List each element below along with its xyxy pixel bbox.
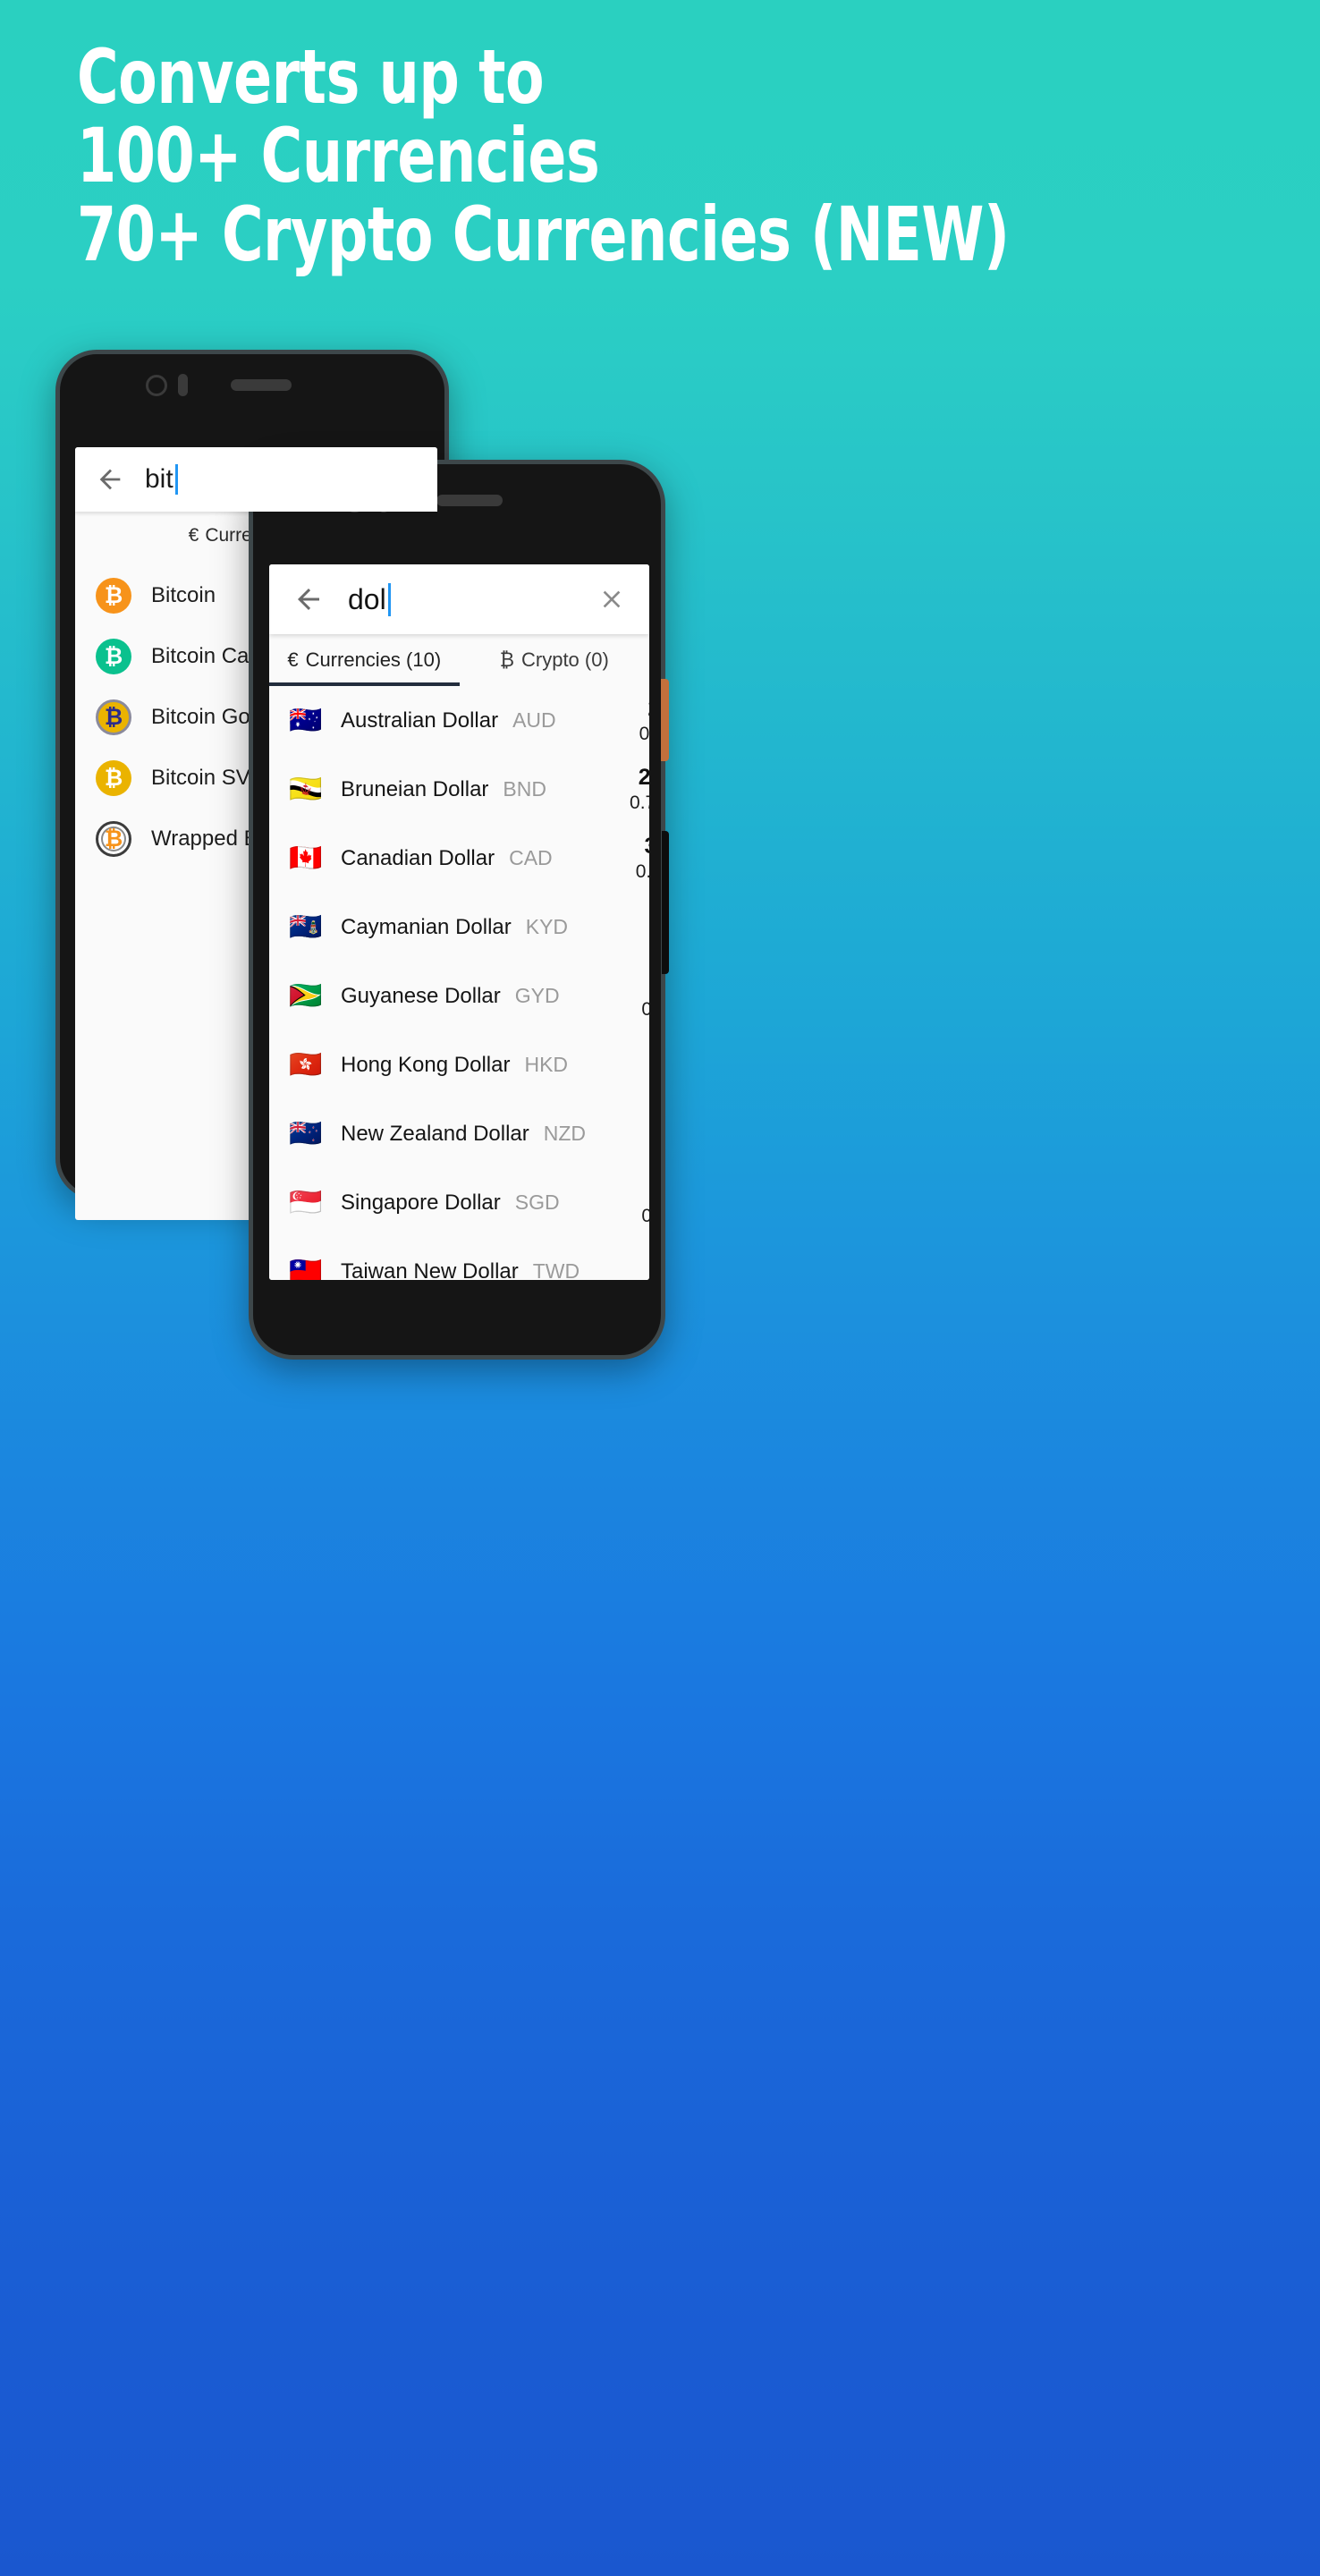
earpiece-speaker: [231, 379, 292, 391]
currency-usd-value: 0.7855 USD: [635, 861, 649, 882]
search-query-text-back: bit: [145, 464, 173, 494]
arrow-left-icon[interactable]: [292, 583, 325, 615]
currency-name: Canadian Dollar: [341, 845, 495, 870]
flag-icon: 🇭🇰: [289, 1052, 323, 1078]
close-icon[interactable]: [597, 585, 626, 614]
currency-name: New Zealand Dollar: [341, 1121, 529, 1146]
rate-line: 3.1844: [644, 834, 649, 860]
currency-rate: 2.9430: [647, 696, 649, 722]
currency-values: 2.9951 0.7388 USD: [622, 765, 649, 814]
currency-rate: 2.9951: [638, 765, 649, 790]
currency-usd-value: 0.7406 USD: [641, 1206, 649, 1226]
flag-icon: 🇳🇿: [289, 1121, 323, 1147]
currency-values: 0.0194 0.0048 USD: [635, 971, 649, 1021]
headline-line-2: 100+ Currencies: [77, 112, 600, 199]
flag-icon: 🇦🇺: [289, 708, 323, 733]
currency-name: Hong Kong Dollar: [341, 1052, 511, 1077]
text-caret: [387, 582, 391, 616]
tab-label-crypto: Crypto (0): [521, 648, 609, 671]
active-tab-indicator: [269, 682, 460, 686]
list-item-label: Bitcoin SV: [151, 766, 250, 790]
currency-results-list: 🇦🇺 Australian Dollar AUD 2.9430 0.7260 U…: [269, 686, 649, 1280]
search-appbar-front: dol: [269, 564, 649, 634]
rate-line: 2.9951: [639, 765, 649, 791]
flag-icon: 🇸🇬: [289, 1190, 323, 1216]
phone-mockup-front: dol € Currencies (10) ₿ Crypto (0) 🇦🇺 Au…: [249, 460, 669, 1360]
headline-line-1: Converts up to: [77, 33, 545, 121]
search-appbar-back: bit: [75, 447, 437, 512]
proximity-sensor-icon: [178, 374, 188, 396]
flag-icon: 🇬🇾: [289, 983, 323, 1009]
earpiece-speaker: [436, 494, 503, 506]
currency-usd-value: 0.7260 USD: [639, 724, 649, 744]
arrow-left-icon[interactable]: [95, 464, 125, 495]
currency-code: TWD: [532, 1259, 580, 1280]
tab-currencies[interactable]: € Currencies (10): [269, 634, 460, 686]
table-row[interactable]: 🇭🇰 Hong Kong Dollar HKD 0.5199 0.1282 US…: [269, 1030, 649, 1099]
volume-rocker-button[interactable]: [662, 831, 669, 974]
table-row[interactable]: 🇧🇳 Bruneian Dollar BND 2.9951 0.7388 USD: [269, 755, 649, 824]
bitcoin-gold-coin-icon: ₿: [96, 699, 131, 735]
currency-rate: 3.1844: [644, 834, 649, 860]
tabbar-front: € Currencies (10) ₿ Crypto (0): [269, 634, 649, 686]
search-query-text-front: dol: [348, 582, 386, 615]
currency-name: Guyanese Dollar: [341, 983, 501, 1008]
currency-code: AUD: [512, 708, 556, 732]
currency-name: Australian Dollar: [341, 708, 499, 733]
flag-icon: 🇧🇳: [289, 776, 323, 802]
bitcoin-cash-coin-icon: ₿: [96, 639, 131, 674]
table-row[interactable]: 🇦🇺 Australian Dollar AUD 2.9430 0.7260 U…: [269, 686, 649, 755]
tab-crypto[interactable]: ₿ Crypto (0): [460, 634, 650, 686]
power-button[interactable]: [661, 679, 669, 761]
table-row[interactable]: 🇨🇦 Canadian Dollar CAD 3.1844 0.7855 USD: [269, 824, 649, 893]
list-item-label: Bitcoin: [151, 583, 216, 607]
tab-label-currencies: Currencies (10): [305, 648, 442, 671]
euro-icon: €: [287, 648, 299, 671]
text-caret: [174, 464, 178, 495]
table-row[interactable]: 🇬🇾 Guyanese Dollar GYD 0.0194 0.0048 USD: [269, 962, 649, 1030]
currency-values: 2.9430 0.7260 USD: [632, 696, 649, 745]
currency-name: Caymanian Dollar: [341, 914, 512, 939]
currency-values: 3.1844 0.7855 USD: [629, 834, 649, 883]
front-camera-icon: [146, 374, 167, 396]
table-row[interactable]: 🇸🇬 Singapore Dollar SGD 3.0022 0.7406 US…: [269, 1168, 649, 1237]
search-input-back[interactable]: bit: [145, 464, 178, 495]
currency-values: 0.5199 0.1282 USD: [644, 1040, 649, 1089]
wrapped-bitcoin-coin-icon: ₿: [96, 821, 131, 857]
flag-icon: 🇹🇼: [289, 1258, 323, 1280]
bitcoin-coin-icon: ₿: [96, 578, 131, 614]
currency-values: 4.8623 1.1994 USD: [646, 902, 649, 952]
table-row[interactable]: 🇰🇾 Caymanian Dollar KYD 4.8623 1.1994 US…: [269, 893, 649, 962]
currency-name: Singapore Dollar: [341, 1190, 501, 1215]
currency-code: HKD: [524, 1053, 569, 1076]
euro-icon: €: [188, 525, 199, 546]
currency-code: KYD: [525, 915, 569, 938]
headline-line-3: 70+ Crypto Currencies (NEW): [77, 191, 1010, 278]
rate-line: 2.9430: [647, 696, 649, 722]
bitcoin-sv-coin-icon: ₿: [96, 760, 131, 796]
flag-icon: 🇰🇾: [289, 914, 323, 940]
currency-code: SGD: [514, 1191, 560, 1214]
table-row[interactable]: 🇳🇿 New Zealand Dollar NZD 2.7696 0.6832 …: [269, 1099, 649, 1168]
screen-front: dol € Currencies (10) ₿ Crypto (0) 🇦🇺 Au…: [269, 564, 649, 1280]
currency-usd-value: 0.7388 USD: [630, 792, 649, 813]
table-row[interactable]: 🇹🇼 Taiwan New Dollar TWD 0.1460 0.0360 U…: [269, 1237, 649, 1280]
promo-headline: Converts up to 100+ Currencies 70+ Crypt…: [77, 38, 1069, 274]
flag-icon: 🇨🇦: [289, 845, 323, 871]
search-input-front[interactable]: dol: [348, 582, 597, 616]
currency-code: BND: [503, 777, 546, 801]
currency-code: GYD: [514, 984, 560, 1007]
bitcoin-icon: ₿: [499, 648, 514, 671]
currency-values: 3.0022 0.7406 USD: [635, 1178, 649, 1227]
currency-name: Bruneian Dollar: [341, 776, 489, 801]
currency-usd-value: 0.0048 USD: [641, 999, 649, 1020]
phone-sensor-row-back: [60, 374, 444, 396]
currency-code: NZD: [543, 1122, 587, 1145]
currency-name: Taiwan New Dollar: [341, 1258, 519, 1281]
currency-code: CAD: [509, 846, 553, 869]
